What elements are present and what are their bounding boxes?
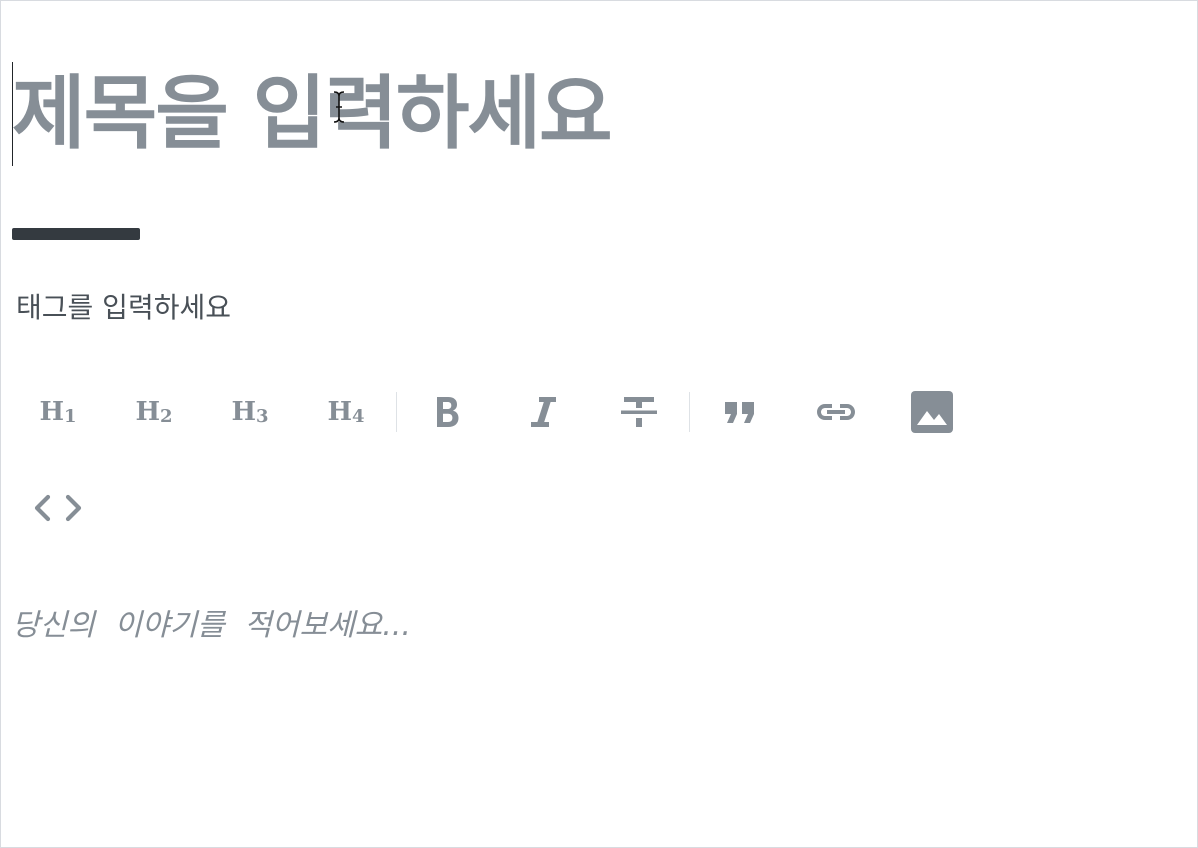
text-caret (12, 62, 13, 166)
title-divider (12, 228, 140, 240)
image-icon (911, 391, 953, 433)
title-placeholder: 제목을 입력하세요 (12, 67, 613, 160)
link-icon (817, 404, 855, 420)
bold-icon (437, 397, 459, 427)
editor-toolbar: H1 H2 H3 H4 (10, 384, 1040, 536)
title-input[interactable]: 제목을 입력하세요 (12, 62, 613, 166)
code-button[interactable] (10, 480, 106, 536)
link-button[interactable] (788, 384, 884, 440)
italic-button[interactable] (495, 384, 591, 440)
text-cursor-icon (333, 91, 345, 123)
quote-icon (725, 402, 754, 423)
code-icon (34, 494, 82, 522)
heading2-button[interactable]: H2 (106, 384, 202, 440)
heading3-button[interactable]: H3 (202, 384, 298, 440)
italic-icon (531, 397, 556, 427)
strikethrough-icon (621, 397, 657, 427)
strikethrough-button[interactable] (591, 384, 687, 440)
body-editor[interactable]: 당신의 이야기를 적어보세요... (12, 600, 411, 644)
heading3-icon: H3 (231, 397, 269, 427)
heading4-icon: H4 (327, 397, 365, 427)
toolbar-separator (689, 392, 690, 432)
quote-button[interactable] (692, 384, 788, 440)
heading1-icon: H1 (39, 397, 77, 427)
toolbar-separator (396, 392, 397, 432)
heading4-button[interactable]: H4 (298, 384, 394, 440)
tag-input[interactable]: 태그를 입력하세요 (16, 286, 231, 326)
heading2-icon: H2 (135, 397, 173, 427)
bold-button[interactable] (399, 384, 495, 440)
image-button[interactable] (884, 384, 980, 440)
heading1-button[interactable]: H1 (10, 384, 106, 440)
